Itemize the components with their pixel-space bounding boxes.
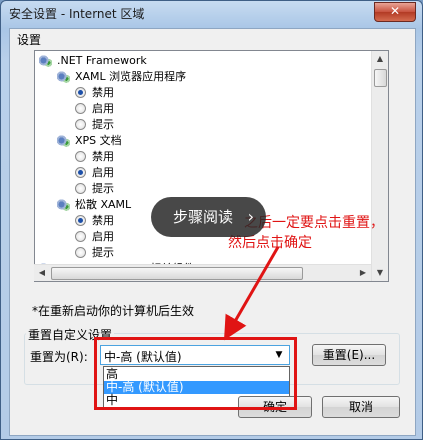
step-reading-button[interactable]: 步骤阅读 › — [151, 197, 266, 237]
scroll-thumb[interactable] — [374, 69, 387, 87]
settings-gear-icon — [57, 71, 70, 83]
restart-note: *在重新启动你的计算机后生效 — [32, 304, 195, 318]
window-title: 安全设置 - Internet 区域 — [9, 7, 145, 21]
radio-button[interactable] — [75, 167, 86, 178]
tree-item-label: 启用 — [92, 102, 114, 115]
scroll-up-icon[interactable]: ▲ — [372, 51, 388, 67]
cancel-button[interactable]: 取消 — [322, 396, 400, 418]
tree-item-label: 提示 — [92, 246, 114, 259]
radio-button[interactable] — [75, 231, 86, 242]
tree-item-label: .NET Framework — [57, 54, 147, 67]
close-button[interactable]: ✕ — [374, 2, 416, 22]
vertical-scrollbar[interactable]: ▲ ▼ — [371, 51, 388, 281]
scroll-left-icon[interactable]: ◀ — [34, 265, 50, 281]
tree-item-label: 禁用 — [92, 150, 114, 163]
scroll-down-icon[interactable]: ▼ — [372, 265, 388, 281]
radio-button[interactable] — [75, 247, 86, 258]
horizontal-scroll-thumb[interactable] — [51, 267, 303, 280]
scroll-right-icon[interactable]: ▶ — [355, 265, 371, 281]
highlight-box — [94, 337, 297, 410]
radio-button[interactable] — [75, 87, 86, 98]
radio-button[interactable] — [75, 103, 86, 114]
radio-button[interactable] — [75, 151, 86, 162]
settings-gear-icon — [39, 55, 52, 67]
horizontal-scrollbar[interactable]: ◀ ▶ — [34, 264, 371, 281]
tree-item-label: XPS 文档 — [75, 134, 122, 147]
settings-gear-icon — [57, 199, 70, 211]
reset-to-label: 重置为(R): — [30, 350, 88, 364]
close-icon: ✕ — [389, 4, 401, 18]
radio-button[interactable] — [75, 183, 86, 194]
reset-button[interactable]: 重置(E)... — [312, 344, 386, 366]
tree-item-label: 禁用 — [92, 86, 114, 99]
tree-item-label: 禁用 — [92, 214, 114, 227]
tree-item-label: 启用 — [92, 166, 114, 179]
tree-item-label: 松散 XAML — [75, 198, 132, 211]
tree-item-label: 启用 — [92, 230, 114, 243]
radio-button[interactable] — [75, 215, 86, 226]
radio-button[interactable] — [75, 119, 86, 130]
settings-group-label: 设置 — [17, 33, 42, 47]
step-reading-label: 步骤阅读 — [173, 208, 234, 226]
settings-gear-icon — [57, 135, 70, 147]
tree-item-label: 提示 — [92, 182, 114, 195]
chevron-right-icon: › — [247, 207, 254, 226]
tree-item-label: 提示 — [92, 118, 114, 131]
tree-item-label: XAML 浏览器应用程序 — [75, 70, 187, 83]
title-bar[interactable]: 安全设置 - Internet 区域 ✕ — [1, 1, 422, 25]
settings-tree[interactable]: .NET Framework 相关组件提示启用禁用松散 XAML提示启用禁用XP… — [34, 50, 389, 282]
